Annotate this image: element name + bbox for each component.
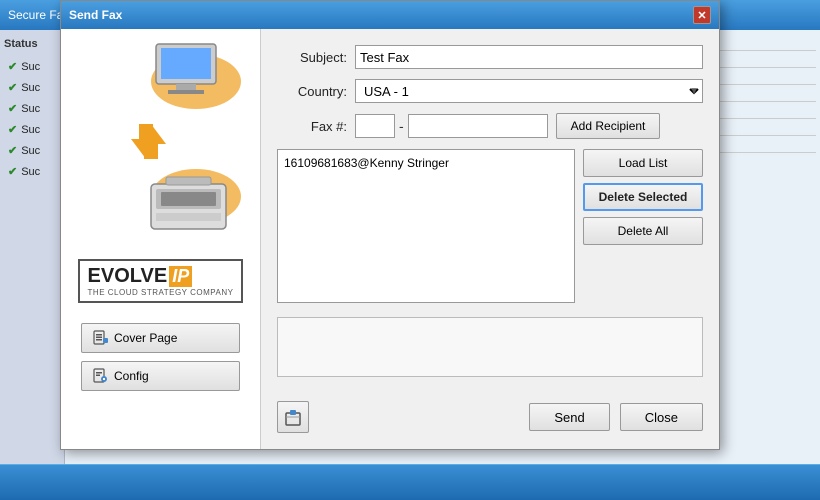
load-list-label: Load List — [619, 156, 668, 170]
recipients-textarea[interactable]: 16109681683@Kenny Stringer — [277, 149, 575, 303]
send-label: Send — [554, 410, 584, 425]
subject-label: Subject: — [277, 50, 347, 65]
check-icon: ✔ — [8, 102, 17, 115]
recipients-area: 16109681683@Kenny Stringer Load List Del… — [277, 149, 703, 303]
send-button[interactable]: Send — [529, 403, 609, 431]
evolve-logo-box: EVOLVE IP THE CLOUD STRATEGY COMPANY — [78, 259, 244, 303]
sidebar-item: ✔ Suc — [4, 163, 60, 180]
fax-illustration — [76, 39, 246, 239]
config-button[interactable]: Config — [81, 361, 240, 391]
dialog-left-panel: EVOLVE IP THE CLOUD STRATEGY COMPANY — [61, 29, 261, 449]
delete-all-button[interactable]: Delete All — [583, 217, 703, 245]
recipients-buttons: Load List Delete Selected Delete All — [583, 149, 703, 303]
country-select-wrapper: USA - 1 Canada - 1 UK - 44 ▼ — [355, 79, 703, 103]
browser-sidebar: Status ✔ Suc ✔ Suc ✔ Suc ✔ Suc ✔ Suc — [0, 30, 65, 464]
cover-page-button[interactable]: Cover Page — [81, 323, 240, 353]
arrows-icon — [126, 119, 186, 169]
sidebar-item-text: Suc — [21, 82, 40, 94]
check-icon: ✔ — [8, 165, 17, 178]
sidebar-item: ✔ Suc — [4, 121, 60, 138]
cover-page-label: Cover Page — [114, 331, 177, 345]
check-icon: ✔ — [8, 123, 17, 136]
fax-number-inputs: - — [355, 114, 548, 138]
sidebar-item: ✔ Suc — [4, 79, 60, 96]
attach-file-button[interactable] — [277, 401, 309, 433]
dialog-right-panel: Subject: Country: USA - 1 Canada - 1 UK … — [261, 29, 719, 449]
taskbar — [0, 464, 820, 500]
send-fax-dialog: Send Fax ✕ — [60, 0, 720, 450]
check-icon: ✔ — [8, 60, 17, 73]
sidebar-item-text: Suc — [21, 166, 40, 178]
config-icon — [92, 368, 108, 384]
sidebar-item: ✔ Suc — [4, 58, 60, 75]
evolve-logo: EVOLVE IP THE CLOUD STRATEGY COMPANY — [78, 259, 244, 303]
evolve-logo-text: EVOLVE IP — [88, 265, 234, 288]
fax-prefix-input[interactable] — [355, 114, 395, 138]
cover-page-icon — [92, 330, 108, 346]
dialog-titlebar: Send Fax ✕ — [61, 1, 719, 29]
sidebar-item-text: Suc — [21, 61, 40, 73]
dialog-close-button[interactable]: ✕ — [693, 6, 711, 24]
attachment-area — [277, 317, 703, 377]
bottom-buttons: Send Close — [277, 395, 703, 433]
attach-icon — [283, 407, 303, 427]
sidebar-status-label: Status — [4, 38, 60, 50]
delete-all-label: Delete All — [618, 224, 669, 238]
load-list-button[interactable]: Load List — [583, 149, 703, 177]
close-button[interactable]: Close — [620, 403, 703, 431]
config-label: Config — [114, 369, 149, 383]
country-select[interactable]: USA - 1 Canada - 1 UK - 44 — [355, 79, 703, 103]
fax-number-row: Fax #: - Add Recipient — [277, 113, 703, 139]
evolve-subtitle: THE CLOUD STRATEGY COMPANY — [88, 288, 234, 297]
subject-row: Subject: — [277, 45, 703, 69]
fax-dash: - — [399, 118, 404, 134]
add-recipient-label: Add Recipient — [571, 119, 646, 133]
fax-label: Fax #: — [277, 119, 347, 134]
add-recipient-button[interactable]: Add Recipient — [556, 113, 661, 139]
fax-machine-icon — [146, 169, 236, 239]
computer-icon — [146, 39, 236, 109]
check-icon: ✔ — [8, 144, 17, 157]
evolve-text-part: EVOLVE — [88, 265, 168, 288]
sidebar-item-text: Suc — [21, 124, 40, 136]
check-icon: ✔ — [8, 81, 17, 94]
delete-selected-label: Delete Selected — [599, 190, 688, 204]
sidebar-item: ✔ Suc — [4, 142, 60, 159]
cover-config-buttons: Cover Page Config — [71, 323, 250, 391]
dialog-body: EVOLVE IP THE CLOUD STRATEGY COMPANY — [61, 29, 719, 449]
sidebar-item-text: Suc — [21, 145, 40, 157]
sidebar-item-text: Suc — [21, 103, 40, 115]
country-label: Country: — [277, 84, 347, 99]
country-row: Country: USA - 1 Canada - 1 UK - 44 ▼ — [277, 79, 703, 103]
subject-input[interactable] — [355, 45, 703, 69]
sidebar-item: ✔ Suc — [4, 100, 60, 117]
dialog-title: Send Fax — [69, 8, 122, 22]
close-label: Close — [645, 410, 678, 425]
delete-selected-button[interactable]: Delete Selected — [583, 183, 703, 211]
evolve-ip-part: IP — [169, 266, 192, 287]
fax-number-input[interactable] — [408, 114, 548, 138]
